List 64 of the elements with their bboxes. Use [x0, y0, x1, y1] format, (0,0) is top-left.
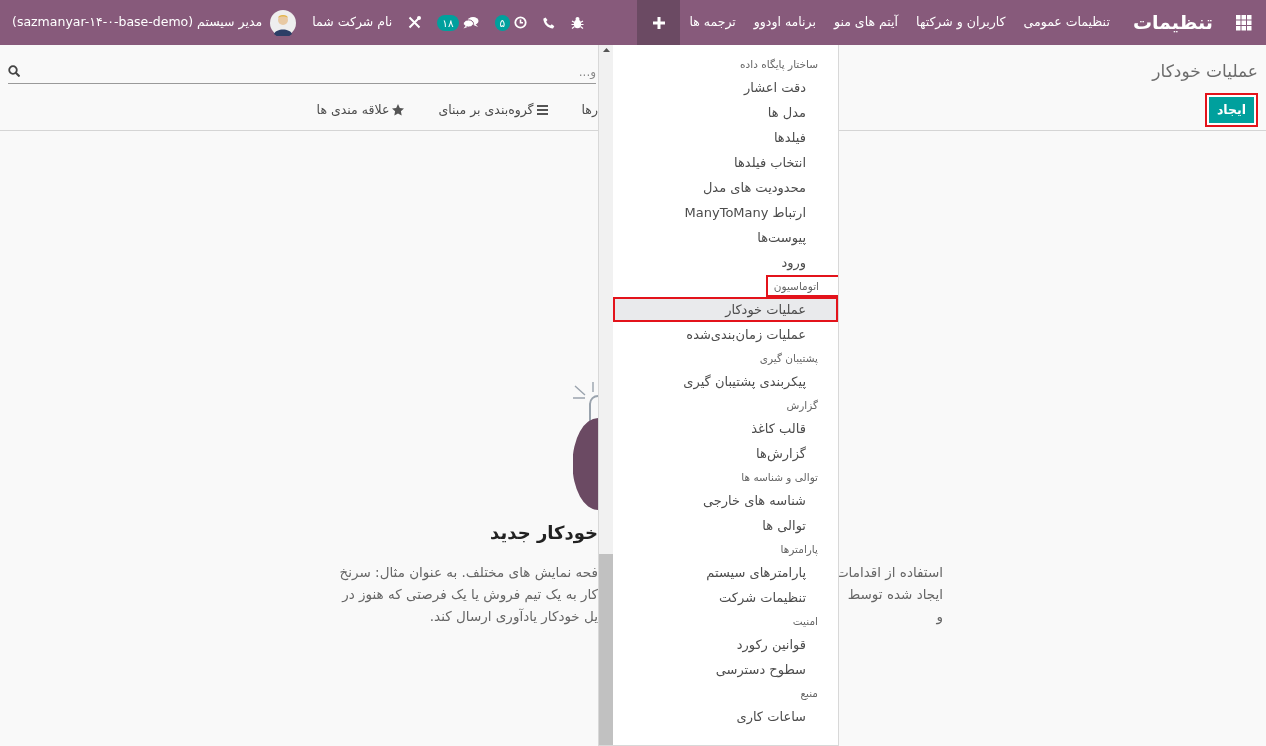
quick-create-button[interactable]	[637, 0, 681, 45]
scroll-up-arrow-icon[interactable]	[602, 48, 610, 52]
menu-section-header: پارامترها	[779, 542, 819, 558]
menu-item[interactable]: تنظیمات عمومی	[1014, 0, 1119, 45]
clock-icon[interactable]	[514, 16, 528, 29]
bug-icon[interactable]	[571, 16, 585, 29]
menu-section-header: امنیت	[791, 614, 819, 629]
user-name[interactable]: مدیر سیستم (sazmanyar-۱۴-۰-base-demo)	[12, 13, 263, 32]
search-icon	[8, 65, 20, 77]
menu-item[interactable]: قالب کاغذ	[613, 416, 838, 441]
menu-item[interactable]: ساعات کاری	[613, 704, 838, 729]
breadcrumb-title: عملیات خودکار	[1152, 60, 1258, 84]
menu-item[interactable]: گزارش‌ها	[613, 441, 838, 466]
menu-item[interactable]: آیتم های منو	[824, 0, 908, 45]
company-name[interactable]: نام شرکت شما	[304, 0, 401, 45]
menu-item[interactable]: کاربران و شرکتها	[907, 0, 1015, 45]
menu-item[interactable]: تنظیمات شرکت	[613, 585, 838, 610]
menu-item[interactable]: پارامترهای سیستم	[613, 560, 838, 585]
group-by-button[interactable]: گروه‌بندی بر مبنای	[428, 100, 558, 120]
description-fragment: ایجاد شده توسط	[847, 585, 943, 605]
phone-icon[interactable]	[543, 16, 556, 29]
menu-item[interactable]: دقت اعشار	[613, 75, 838, 100]
activity-count-badge: ۵	[494, 14, 511, 31]
menu-item[interactable]: عملیات خودکار	[613, 297, 838, 322]
filters-button[interactable]: رها	[571, 100, 598, 120]
menu-section-header: اتوماسیون	[767, 277, 838, 295]
description-fragment: کار به یک تیم فروش یا یک فرصتی که هنوز در	[342, 585, 598, 605]
chat-icon[interactable]	[462, 16, 479, 29]
menu-item[interactable]: ارتباط ManyToMany	[613, 200, 838, 225]
menu-item[interactable]: پیوست‌ها	[613, 225, 838, 250]
description-fragment: فحه نمایش های مختلف. به عنوان مثال: سرنخ	[339, 563, 598, 583]
menu-item[interactable]: سطوح دسترسی	[613, 657, 838, 682]
scrollbar-thumb[interactable]	[599, 554, 613, 745]
menu-item[interactable]: عملیات زمان‌بندی‌شده	[613, 322, 838, 347]
menu-section-header: گزارش	[785, 398, 819, 414]
apps-grid-icon[interactable]	[1235, 14, 1252, 31]
menu-item[interactable]: مدل ها	[613, 100, 838, 125]
avatar-icon[interactable]	[270, 9, 297, 36]
list-icon	[536, 105, 548, 115]
menu-item[interactable]: ورود	[613, 250, 838, 275]
menu-item[interactable]: قوانین رکورد	[613, 632, 838, 657]
menu-section-header: توالی و شناسه ها	[740, 470, 819, 486]
menu-item[interactable]: شناسه های خارجی	[613, 488, 838, 513]
menu-section-header: پشتیبان گیری	[758, 351, 819, 367]
menu-item[interactable]: محدودیت های مدل	[613, 175, 838, 200]
menu-section-header: منبع	[799, 686, 819, 702]
tools-icon[interactable]	[408, 16, 422, 29]
description-fragment: استفاده از اقدامات	[835, 563, 943, 582]
plus-icon	[652, 16, 665, 29]
menu-item[interactable]: ترجمه ها	[680, 0, 745, 45]
description-fragment: یل خودکار یادآوری ارسال کند.	[429, 607, 598, 627]
empty-state-title: خودکار جدید	[490, 521, 598, 546]
favorites-button[interactable]: علاقه مندی ها	[306, 100, 415, 120]
description-fragment: و	[936, 607, 943, 627]
menu-item[interactable]: انتخاب فیلدها	[613, 150, 838, 175]
menu-item[interactable]: پیکربندی پشتیبان گیری	[613, 369, 838, 394]
app-title: تنظیمات	[1131, 10, 1214, 36]
menu-item[interactable]: توالی ها	[613, 513, 838, 538]
star-icon	[392, 104, 405, 116]
message-count-badge: ۱۸	[437, 14, 459, 31]
search-field[interactable]: و...	[8, 60, 596, 84]
menu-item[interactable]: فیلدها	[613, 125, 838, 150]
menu-item[interactable]: برنامه اودوو	[744, 0, 825, 45]
menu-section-header: ساختار پایگاه داده	[739, 57, 819, 73]
